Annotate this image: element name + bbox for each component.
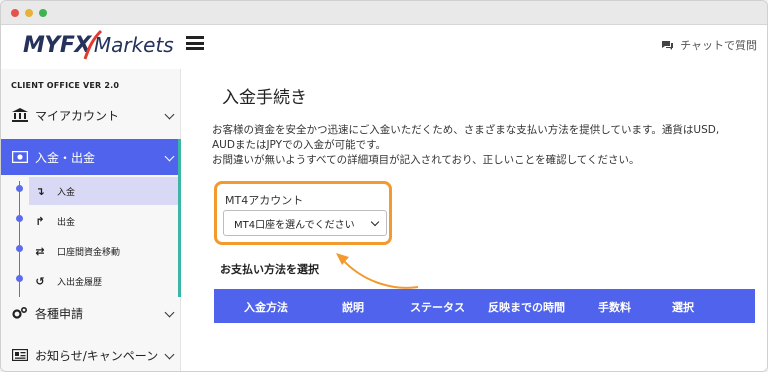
- submenu-item-label: 出金: [57, 217, 76, 228]
- mt4-account-highlight: MT4アカウント MT4口座を選んでください: [214, 181, 392, 245]
- intro-line: AUDまたはJPYでの入金が可能です。: [212, 139, 387, 151]
- gears-icon: [11, 306, 29, 320]
- intro-line: お間違いが無いようすべての詳細項目が記入されており、正しいことを確認してください…: [212, 154, 640, 166]
- column-header: ステータス: [410, 301, 465, 314]
- submenu-item-history[interactable]: ↺ 入出金履歴: [29, 267, 179, 295]
- sidebar: CLIENT OFFICE VER 2.0 マイアカウント 入金・出金 ↴ 入金: [1, 69, 181, 371]
- money-icon: [11, 150, 29, 164]
- browser-window: MYFX Markets チャットで質問 CLIENT OFFICE VER 2…: [0, 0, 768, 372]
- minimize-window-button[interactable]: [25, 9, 33, 17]
- sidebar-item-label: 入金・出金: [35, 150, 96, 165]
- close-window-button[interactable]: [11, 9, 19, 17]
- sidebar-item-my-account[interactable]: マイアカウント: [1, 97, 181, 133]
- main-content: 入金手続き お客様の資金を安全かつ迅速にご入金いただくため、さまざまな支払い方法…: [182, 69, 767, 371]
- logo-markets-text: Markets: [93, 33, 174, 57]
- history-icon: ↺: [35, 274, 45, 288]
- title-bar: [1, 1, 767, 25]
- client-office-version: CLIENT OFFICE VER 2.0: [11, 81, 120, 90]
- chat-support-link[interactable]: チャットで質問: [661, 37, 757, 53]
- logo-swoosh-icon: [83, 29, 103, 60]
- sidebar-item-label: マイアカウント: [35, 108, 120, 123]
- mt4-account-select[interactable]: MT4口座を選んでください: [223, 210, 387, 236]
- intro-line: お客様の資金を安全かつ迅速にご入金いただくため、さまざまな支払い方法を提供してい…: [212, 124, 720, 136]
- column-header: 選択: [672, 301, 694, 314]
- submenu-bullet: [16, 275, 23, 282]
- submenu-bullet: [16, 215, 23, 222]
- column-header: 説明: [342, 301, 364, 314]
- transfer-icon: ⇄: [35, 244, 45, 258]
- submenu-item-label: 口座間資金移動: [57, 247, 121, 258]
- app-header: MYFX Markets チャットで質問: [1, 25, 767, 69]
- myfx-markets-logo[interactable]: MYFX Markets: [23, 29, 174, 61]
- maximize-window-button[interactable]: [39, 9, 47, 17]
- chat-bubble-icon: [662, 40, 674, 50]
- submenu-bullet: [16, 185, 23, 192]
- menu-toggle-icon[interactable]: [186, 36, 204, 50]
- sidebar-item-label: 各種申請: [35, 306, 84, 321]
- sidebar-item-label: お知らせ/キャンペーン: [35, 348, 159, 363]
- sidebar-item-applications[interactable]: 各種申請: [1, 295, 181, 331]
- mt4-account-select-value: MT4口座を選んでください: [234, 219, 355, 231]
- payment-method-title: お支払い方法を選択: [220, 263, 319, 276]
- submenu-bullet: [16, 245, 23, 252]
- chevron-down-icon: [370, 217, 380, 227]
- mt4-account-label: MT4アカウント: [225, 194, 304, 207]
- intro-text: お客様の資金を安全かつ迅速にご入金いただくため、さまざまな支払い方法を提供してい…: [212, 123, 764, 168]
- deposit-withdraw-submenu: ↴ 入金 ↱ 出金 ⇄ 口座間資金移動 ↺ 入出金履歴: [1, 175, 181, 299]
- column-header: 反映までの時間: [488, 301, 565, 314]
- sidebar-scroll-indicator: [178, 139, 181, 297]
- submenu-item-withdraw[interactable]: ↱ 出金: [29, 207, 179, 235]
- column-header: 手数料: [598, 301, 631, 314]
- chevron-down-icon: [164, 307, 175, 318]
- chevron-down-icon: [164, 109, 175, 120]
- submenu-item-transfer[interactable]: ⇄ 口座間資金移動: [29, 237, 179, 265]
- chat-support-label: チャットで質問: [680, 39, 757, 52]
- payment-method-table-header: 入金方法 説明 ステータス 反映までの時間 手数料 選択: [214, 289, 755, 323]
- chevron-down-icon: [164, 349, 175, 360]
- deposit-arrow-icon: ↴: [35, 184, 45, 198]
- sidebar-item-deposit-withdraw[interactable]: 入金・出金: [1, 139, 181, 175]
- news-icon: [11, 348, 29, 362]
- column-header: 入金方法: [244, 301, 288, 314]
- sidebar-item-news-campaigns[interactable]: お知らせ/キャンペーン: [1, 337, 181, 371]
- withdraw-arrow-icon: ↱: [35, 214, 45, 228]
- chevron-down-icon: [164, 151, 175, 162]
- bank-icon: [11, 108, 29, 122]
- submenu-item-deposit[interactable]: ↴ 入金: [29, 177, 179, 205]
- page-title: 入金手続き: [222, 88, 307, 108]
- submenu-item-label: 入出金履歴: [57, 277, 103, 288]
- submenu-item-label: 入金: [57, 187, 76, 198]
